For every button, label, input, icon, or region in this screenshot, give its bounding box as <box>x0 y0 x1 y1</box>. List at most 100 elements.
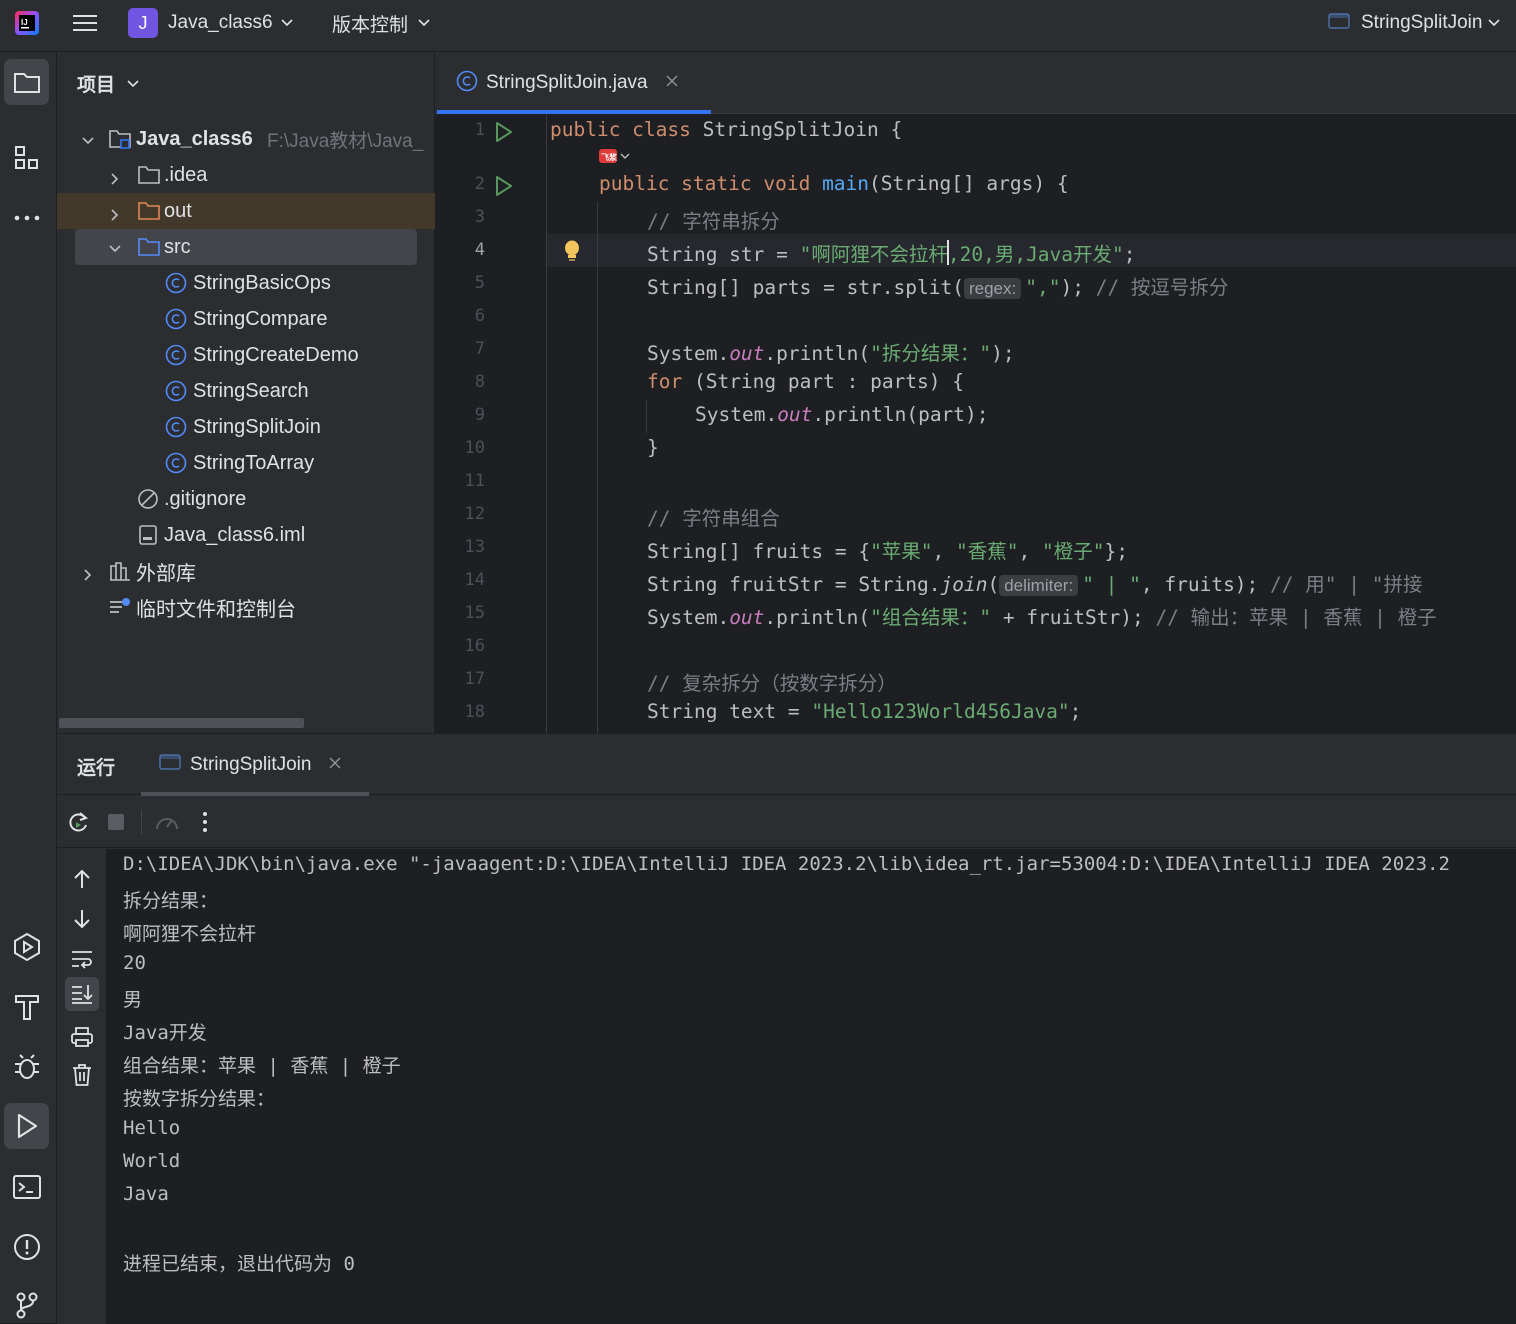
tree-item-label: StringSplitJoin <box>193 415 321 438</box>
line-number: 1 <box>474 120 485 140</box>
code-line-5[interactable]: String[] parts = str.split(regex: ","); /… <box>647 271 1228 300</box>
tree-item-class[interactable]: StringCreateDemo <box>57 337 435 373</box>
tree-item-class[interactable]: StringCompare <box>57 301 435 337</box>
code-line-10[interactable]: } <box>647 436 659 459</box>
run-gutter-icon[interactable] <box>494 175 514 202</box>
trash-icon[interactable] <box>57 1057 107 1093</box>
project-name: Java_class6 <box>168 12 273 33</box>
tree-item-out[interactable]: out <box>57 193 435 229</box>
services-icon[interactable] <box>4 926 49 968</box>
code-token: out <box>729 606 765 629</box>
run-gutter-icon[interactable] <box>494 121 514 148</box>
svg-text:IJ: IJ <box>21 18 28 27</box>
code-token: "拆分结果：" <box>870 342 992 365</box>
folder-icon[interactable] <box>4 59 49 105</box>
soft-wrap-icon[interactable] <box>57 941 107 977</box>
code-token: , fruits); <box>1140 573 1271 596</box>
problems-icon[interactable] <box>4 1226 49 1268</box>
run-icon[interactable] <box>4 1103 49 1149</box>
tree-item-iml[interactable]: Java_class6.iml <box>57 517 435 553</box>
code-line-14[interactable]: String fruitStr = String.join(delimiter:… <box>647 568 1422 597</box>
tree-item-label: Java_class6.iml <box>164 523 306 546</box>
code-token: ; <box>1069 700 1082 723</box>
structure-icon[interactable] <box>4 138 49 178</box>
chevron-right-icon <box>111 168 119 191</box>
code-line-13[interactable]: String[] fruits = {"苹果", "香蕉", "橙子"}; <box>647 535 1128 564</box>
line-number: 16 <box>464 636 485 656</box>
run-tab[interactable]: StringSplitJoin <box>141 734 369 796</box>
down-arrow-icon[interactable] <box>57 901 107 937</box>
chevron-down-icon <box>418 14 430 32</box>
project-switcher[interactable]: J Java_class6 <box>128 7 308 39</box>
module-file-icon <box>137 524 159 552</box>
terminal-icon[interactable] <box>4 1166 49 1208</box>
tree-item-label: 临时文件和控制台 <box>136 598 296 621</box>
hamburger-menu-icon[interactable] <box>70 10 100 36</box>
folder-icon <box>137 164 161 192</box>
code-line-1[interactable]: public class StringSplitJoin { <box>550 118 902 141</box>
print-icon[interactable] <box>57 1019 107 1055</box>
code-line-8[interactable]: for (String part : parts) { <box>647 370 964 393</box>
vcs-label: 版本控制 <box>332 14 409 36</box>
lightbulb-icon[interactable] <box>562 239 582 268</box>
tree-item-class[interactable]: StringToArray <box>57 445 435 481</box>
project-panel-header[interactable]: 项目 <box>77 70 139 97</box>
code-token: (String part : parts) { <box>682 370 964 393</box>
code-line-3[interactable]: // 字符串拆分 <box>647 205 780 234</box>
stop-icon[interactable] <box>101 808 131 836</box>
tree-item-label: .gitignore <box>164 487 247 510</box>
class-icon <box>165 380 187 408</box>
up-arrow-icon[interactable] <box>57 861 107 897</box>
vcs-menu[interactable]: 版本控制 <box>332 7 442 39</box>
git-icon[interactable] <box>4 1286 49 1324</box>
run-config-selector[interactable]: StringSplitJoin <box>1328 7 1516 39</box>
code-line-2[interactable]: public static void main(String[] args) { <box>599 172 1069 195</box>
speedometer-icon[interactable] <box>151 808 183 836</box>
window-icon <box>1328 12 1350 35</box>
tree-item-class[interactable]: StringSplitJoin <box>57 409 435 445</box>
code-line-9[interactable]: System.out.println(part); <box>695 403 989 426</box>
code-token: .println(part); <box>812 403 989 426</box>
scroll-end-icon[interactable] <box>65 977 99 1011</box>
horizontal-scrollbar[interactable] <box>59 718 304 728</box>
app-logo-icon[interactable]: IJ <box>12 8 42 38</box>
tree-item-idea[interactable]: .idea <box>57 157 435 193</box>
parameter-hint: regex: <box>963 278 1022 299</box>
tree-root[interactable]: Java_class6 F:\Java教材\Java_ <box>57 121 435 157</box>
class-icon <box>165 416 187 444</box>
close-icon[interactable] <box>666 74 678 92</box>
console-line: 按数字拆分结果： <box>123 1088 276 1110</box>
code-token: join <box>940 573 988 596</box>
ai-assist-icon[interactable]: 飞浆 <box>598 148 632 169</box>
more-icon[interactable] <box>4 200 49 236</box>
tree-item-class[interactable]: StringSearch <box>57 373 435 409</box>
code-line-15[interactable]: System.out.println("组合结果：" + fruitStr); … <box>647 601 1437 630</box>
line-number: 8 <box>474 372 485 392</box>
tree-item-label: StringSearch <box>193 379 309 402</box>
line-number: 10 <box>464 438 485 458</box>
code-line-7[interactable]: System.out.println("拆分结果："); <box>647 337 1015 366</box>
code-token: StringSplitJoin { <box>702 118 903 141</box>
chevron-down-icon <box>280 14 293 32</box>
close-icon[interactable] <box>329 756 341 774</box>
tree-item-src[interactable]: src <box>75 229 417 265</box>
code-token: String[] fruits = { <box>647 540 871 563</box>
more-vertical-icon[interactable] <box>191 808 219 836</box>
code-line-18[interactable]: String text = "Hello123World456Java"; <box>647 700 1081 723</box>
debug-icon[interactable] <box>4 1046 49 1088</box>
tree-item-class[interactable]: StringBasicOps <box>57 265 435 301</box>
console-output[interactable]: D:\IDEA\JDK\bin\java.exe "-javaagent:D:\… <box>106 849 1516 1324</box>
tree-item-gitignore[interactable]: .gitignore <box>57 481 435 517</box>
tree-item-scratches[interactable]: 临时文件和控制台 <box>57 589 435 625</box>
chevron-right-icon <box>84 564 92 587</box>
code-line-17[interactable]: // 复杂拆分（按数字拆分） <box>647 667 897 696</box>
build-icon[interactable] <box>4 986 49 1028</box>
code-line-12[interactable]: // 字符串组合 <box>647 502 780 531</box>
code-line-4[interactable]: String str = "啊阿狸不会拉杆,20,男,Java开发"; <box>647 238 1136 267</box>
rerun-icon[interactable] <box>63 808 93 836</box>
svg-text:飞浆: 飞浆 <box>601 152 618 162</box>
run-tab-label: StringSplitJoin <box>190 753 312 775</box>
folder-icon <box>137 200 161 228</box>
editor-tab[interactable]: StringSplitJoin.java <box>437 52 711 114</box>
tree-item-external-libs[interactable]: 外部库 <box>57 553 435 589</box>
